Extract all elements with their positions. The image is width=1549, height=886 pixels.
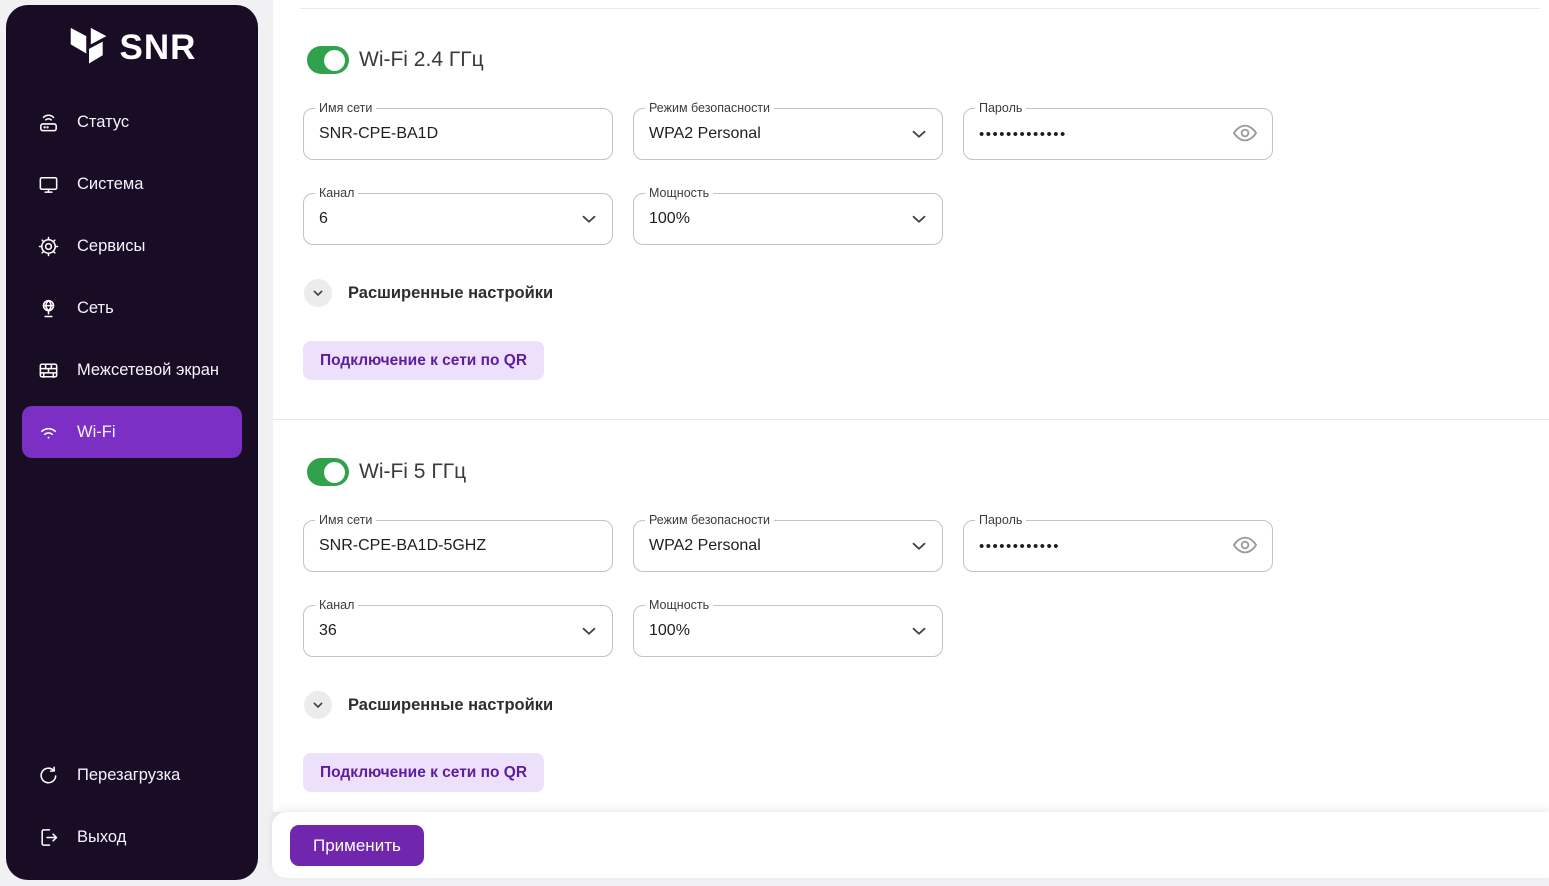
gear-icon bbox=[36, 234, 60, 258]
eye-icon bbox=[1232, 532, 1258, 561]
power-select[interactable]: Мощность 100% bbox=[633, 605, 943, 657]
security-mode-select[interactable]: Режим безопасности WPA2 Personal bbox=[633, 520, 943, 572]
select-value: 100% bbox=[649, 606, 690, 656]
chevron-down-icon bbox=[908, 620, 930, 642]
sidebar-item-label: Сеть bbox=[77, 299, 114, 318]
sidebar-item-wifi[interactable]: Wi-Fi bbox=[6, 401, 258, 463]
sidebar-item-label: Сервисы bbox=[77, 237, 145, 256]
chevron-down-icon bbox=[578, 620, 600, 642]
toggle-knob bbox=[324, 50, 345, 71]
network-name-input[interactable] bbox=[304, 109, 612, 159]
snr-logo-icon bbox=[68, 25, 110, 71]
sidebar-item-services[interactable]: Сервисы bbox=[6, 215, 258, 277]
wifi-5ghz-toggle[interactable] bbox=[307, 458, 349, 486]
sidebar-item-firewall[interactable]: Межсетевой экран bbox=[6, 339, 258, 401]
advanced-settings-expander[interactable]: Расширенные настройки bbox=[303, 279, 1549, 307]
qr-connect-button[interactable]: Подключение к сети по QR bbox=[303, 753, 544, 792]
qr-connect-button[interactable]: Подключение к сети по QR bbox=[303, 341, 544, 380]
apply-button[interactable]: Применить bbox=[290, 825, 424, 866]
snr-logo: SNR bbox=[6, 5, 258, 91]
action-bar: Применить bbox=[272, 812, 1549, 878]
firewall-icon bbox=[36, 358, 60, 382]
monitor-icon bbox=[36, 172, 60, 196]
wifi-24ghz-toggle[interactable] bbox=[307, 46, 349, 74]
section-title: Wi-Fi 2.4 ГГц bbox=[359, 48, 484, 72]
network-name-field: Имя сети bbox=[303, 520, 613, 572]
password-input[interactable] bbox=[964, 109, 1272, 159]
network-name-field: Имя сети bbox=[303, 108, 613, 160]
wifi-24ghz-section: Wi-Fi 2.4 ГГц Имя сети Режим безопасност… bbox=[303, 46, 1549, 380]
chevron-down-icon bbox=[908, 123, 930, 145]
select-value: 100% bbox=[649, 194, 690, 244]
chevron-down-icon bbox=[908, 208, 930, 230]
section-divider bbox=[273, 419, 1549, 420]
sidebar-item-label: Статус bbox=[77, 113, 129, 132]
sidebar-item-label: Система bbox=[77, 175, 143, 194]
power-select[interactable]: Мощность 100% bbox=[633, 193, 943, 245]
top-divider bbox=[300, 8, 1540, 9]
password-field: Пароль bbox=[963, 108, 1273, 160]
chevron-down-icon bbox=[578, 208, 600, 230]
sidebar-item-label: Перезагрузка bbox=[77, 766, 180, 785]
chevron-down-icon bbox=[304, 279, 332, 307]
select-value: 6 bbox=[319, 194, 328, 244]
sidebar-item-reboot[interactable]: Перезагрузка bbox=[6, 744, 258, 806]
sidebar-item-status[interactable]: Статус bbox=[6, 91, 258, 153]
select-value: WPA2 Personal bbox=[649, 521, 761, 571]
select-value: 36 bbox=[319, 606, 337, 656]
advanced-settings-expander[interactable]: Расширенные настройки bbox=[303, 691, 1549, 719]
show-password-button[interactable] bbox=[1231, 532, 1259, 560]
sidebar: SNR Статус Система Сер bbox=[6, 5, 258, 880]
sidebar-item-label: Выход bbox=[77, 828, 126, 847]
eye-icon bbox=[1232, 120, 1258, 149]
section-title: Wi-Fi 5 ГГц bbox=[359, 460, 466, 484]
security-mode-select[interactable]: Режим безопасности WPA2 Personal bbox=[633, 108, 943, 160]
show-password-button[interactable] bbox=[1231, 120, 1259, 148]
logo-text: SNR bbox=[120, 28, 197, 68]
network-name-input[interactable] bbox=[304, 521, 612, 571]
sidebar-nav: Статус Система Сервисы bbox=[6, 91, 258, 463]
password-field: Пароль bbox=[963, 520, 1273, 572]
advanced-settings-label: Расширенные настройки bbox=[348, 284, 553, 303]
select-value: WPA2 Personal bbox=[649, 109, 761, 159]
advanced-settings-label: Расширенные настройки bbox=[348, 696, 553, 715]
sidebar-item-label: Wi-Fi bbox=[77, 423, 115, 442]
router-status-icon bbox=[36, 110, 60, 134]
logout-icon bbox=[36, 825, 60, 849]
channel-select[interactable]: Канал 36 bbox=[303, 605, 613, 657]
wifi-icon bbox=[36, 420, 60, 444]
chevron-down-icon bbox=[908, 535, 930, 557]
password-input[interactable] bbox=[964, 521, 1272, 571]
sidebar-footer: Перезагрузка Выход bbox=[6, 744, 258, 880]
sidebar-item-logout[interactable]: Выход bbox=[6, 806, 258, 868]
sidebar-item-system[interactable]: Система bbox=[6, 153, 258, 215]
restart-icon bbox=[36, 763, 60, 787]
sidebar-item-network[interactable]: Сеть bbox=[6, 277, 258, 339]
toggle-knob bbox=[324, 462, 345, 483]
wifi-5ghz-section: Wi-Fi 5 ГГц Имя сети Режим безопасности … bbox=[303, 458, 1549, 792]
channel-select[interactable]: Канал 6 bbox=[303, 193, 613, 245]
chevron-down-icon bbox=[304, 691, 332, 719]
sidebar-item-label: Межсетевой экран bbox=[77, 361, 219, 380]
wifi-settings-page: Wi-Fi 2.4 ГГц Имя сети Режим безопасност… bbox=[273, 0, 1549, 812]
network-globe-icon bbox=[36, 296, 60, 320]
